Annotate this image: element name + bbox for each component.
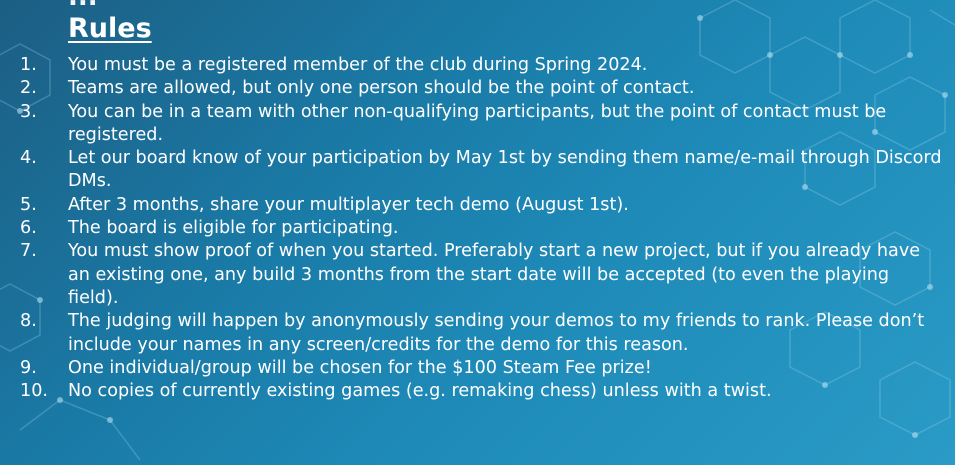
rules-slide: ... Rules 1. You must be a registered me…	[0, 0, 955, 465]
rule-number: 1.	[20, 55, 37, 75]
rule-number: 7.	[20, 241, 37, 262]
rule-text: No copies of currently existing games (e…	[68, 381, 772, 402]
rule-number: 10.	[20, 381, 48, 402]
rule-text: The judging will happen by anonymously s…	[68, 311, 925, 355]
rule-number: 3.	[20, 101, 37, 122]
rule-item: 10. No copies of currently existing game…	[0, 380, 955, 403]
rule-item: 9. One individual/group will be chosen f…	[0, 357, 955, 380]
rule-number: 5.	[20, 194, 37, 215]
rule-text: Teams are allowed, but only one person s…	[68, 78, 695, 99]
rule-text: You can be in a team with other non-qual…	[68, 101, 887, 145]
rule-text: Let our board know of your participation…	[68, 148, 942, 192]
rule-number: 8.	[20, 311, 37, 332]
rule-item: 6. The board is eligible for participati…	[0, 217, 955, 240]
cut-off-title: ...	[68, 0, 98, 12]
rule-number: 9.	[20, 357, 37, 378]
rule-item: 8. The judging will happen by anonymousl…	[0, 310, 955, 357]
rule-text: You must show proof of when you started.…	[68, 241, 921, 308]
rule-number: 6.	[20, 218, 37, 239]
rule-number: 2.	[20, 78, 37, 99]
rule-text: After 3 months, share your multiplayer t…	[68, 194, 629, 215]
rule-item: 2. Teams are allowed, but only one perso…	[0, 77, 955, 100]
rule-text: The board is eligible for participating.	[68, 218, 399, 239]
rule-item: 5. After 3 months, share your multiplaye…	[0, 194, 955, 217]
rule-item: 3. You can be in a team with other non-q…	[0, 101, 955, 148]
rule-item: 1. You must be a registered member of th…	[0, 54, 955, 77]
rule-number: 4.	[20, 148, 37, 169]
rules-heading: Rules	[68, 13, 152, 44]
rule-item: 7. You must show proof of when you start…	[0, 240, 955, 310]
rule-text: You must be a registered member of the c…	[68, 55, 648, 75]
rule-text: One individual/group will be chosen for …	[68, 357, 652, 378]
rule-item: 4. Let our board know of your participat…	[0, 147, 955, 194]
rules-list: 1. You must be a registered member of th…	[0, 54, 955, 403]
